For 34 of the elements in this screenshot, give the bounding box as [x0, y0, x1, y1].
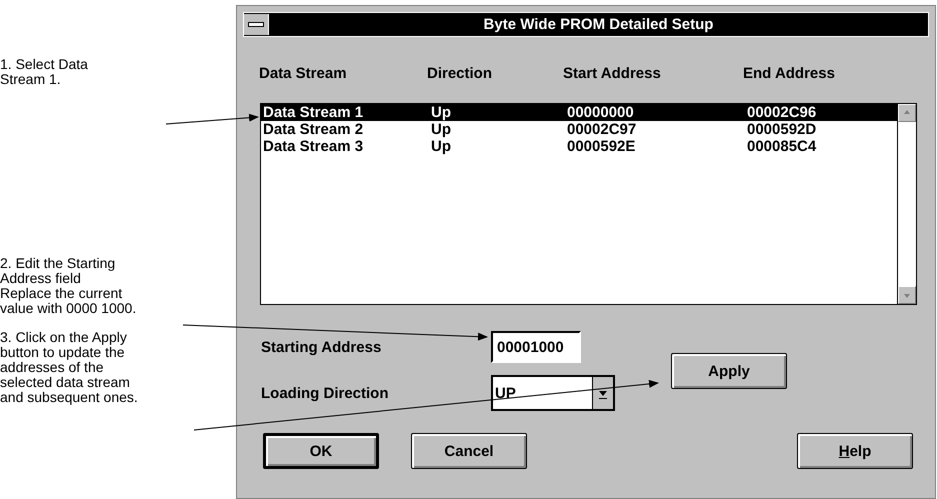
input-field[interactable]: 00001000 — [491, 331, 581, 363]
dialog-button[interactable]: Cancel — [411, 433, 527, 469]
list-cell-text: Data Stream 3 — [263, 138, 364, 155]
list-cell-text: Data Stream 2 — [263, 121, 364, 138]
column-header: End Address — [743, 65, 836, 84]
dropdown-field[interactable]: UP — [491, 375, 615, 411]
callout-text: 2. Edit the Starting Address field Replace the current value with 0000 1000. — [0, 256, 136, 316]
callout-text: 1. Select Data Stream 1. — [0, 57, 88, 87]
list-cell-text: 0000592E — [567, 138, 636, 155]
scroll-bar[interactable] — [897, 104, 916, 304]
list-cell-text: Up — [431, 121, 452, 138]
dialog-button[interactable]: Help — [797, 433, 913, 469]
system-menu-button[interactable] — [244, 14, 269, 35]
window-title: Byte Wide PROM Detailed Setup — [482, 16, 714, 33]
list-cell-text: 000085C4 — [747, 138, 818, 155]
dialog-button[interactable]: OK — [263, 433, 379, 469]
list-cell-text: 00002C97 — [567, 121, 638, 138]
list-cell-text: 00000000 — [567, 104, 635, 121]
list-cell-text: 0000592D — [747, 121, 818, 138]
callout-text: 3. Click on the Apply button to update the addresses of the selected data stream and subsequent ones. — [0, 330, 138, 405]
list-cell-text: Up — [431, 104, 452, 121]
field-label: Starting Address — [261, 338, 382, 356]
list-cell-text: Up — [431, 138, 452, 155]
field-label: Loading Direction — [261, 384, 390, 402]
column-header: Start Address — [563, 65, 662, 84]
list-cell-text: Data Stream 1 — [263, 104, 364, 121]
apply-button[interactable]: Apply — [671, 353, 787, 389]
column-header: Data Stream — [259, 65, 348, 84]
scroll-down-icon — [903, 291, 911, 299]
scroll-up-icon — [903, 109, 911, 117]
list-cell-text: 00002C96 — [747, 104, 818, 121]
column-header: Direction — [427, 65, 494, 84]
list-row[interactable]: Data Stream 1 Up 00000000 00002C96 — [261, 104, 897, 121]
minus-icon — [248, 22, 264, 28]
